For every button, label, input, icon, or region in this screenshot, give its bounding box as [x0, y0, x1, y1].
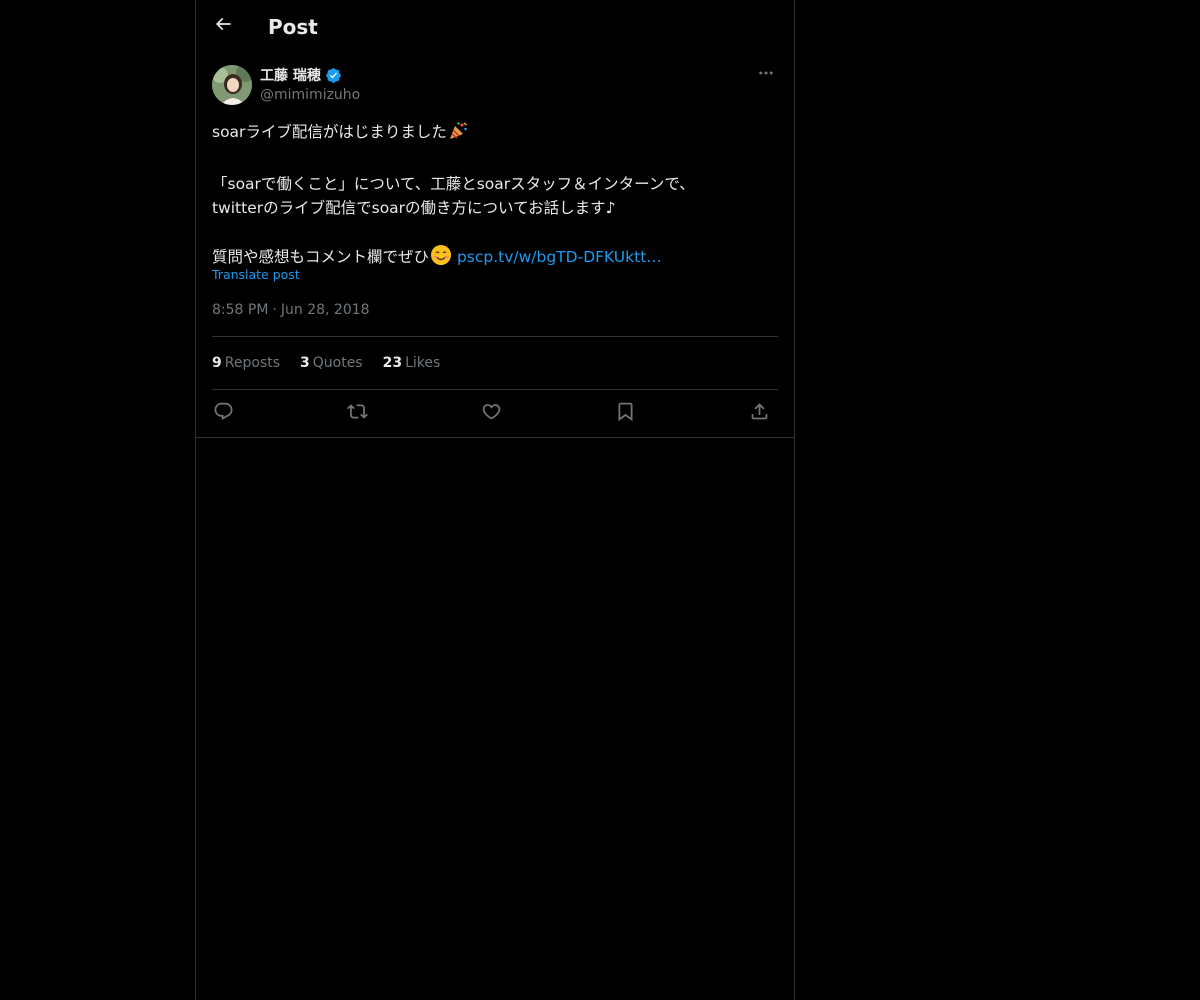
post-text-segment: soarライブ配信がはじまりました	[212, 123, 447, 141]
reply-button[interactable]	[210, 400, 236, 426]
post-date: Jun 28, 2018	[280, 302, 370, 318]
top-bar: Post	[196, 0, 794, 53]
share-button[interactable]	[746, 400, 772, 426]
likes-label: Likes	[405, 355, 441, 371]
like-icon	[481, 401, 502, 426]
avatar[interactable]	[212, 65, 252, 105]
engagement-stats: 9 Reposts 3 Quotes 23 Likes	[212, 353, 460, 373]
like-button[interactable]	[478, 400, 504, 426]
post-text-segment: 質問や感想もコメント欄でぜひ	[212, 248, 430, 266]
back-button[interactable]	[208, 11, 238, 41]
quotes-count: 3	[300, 355, 310, 371]
post-text: soarライブ配信がはじまりました 「soarで働くこと」について、工藤とsoa…	[212, 120, 778, 273]
timestamp[interactable]: 8:58 PM · Jun 28, 2018	[212, 300, 370, 320]
author-info[interactable]: 工藤 瑞穂 @mimimizuho	[260, 65, 360, 105]
party-popper-icon	[448, 121, 468, 148]
handle[interactable]: @mimimizuho	[260, 85, 360, 105]
reposts-label: Reposts	[224, 355, 280, 371]
page-title: Post	[268, 15, 318, 39]
post-text-line: 「soarで働くこと」について、工藤とsoarスタッフ＆インターンで、	[212, 175, 695, 193]
smiling-face-icon	[430, 244, 452, 273]
repost-button[interactable]	[344, 400, 370, 426]
quotes-label: Quotes	[312, 355, 363, 371]
more-dots-icon	[757, 64, 775, 86]
likes-count: 23	[382, 355, 403, 371]
likes-stat[interactable]: 23 Likes	[383, 353, 441, 373]
separator: ·	[272, 302, 277, 318]
repost-icon	[346, 401, 368, 426]
post-text-line: twitterのライブ配信でsoarの働き方についてお話します♪	[212, 199, 616, 217]
display-name[interactable]: 工藤 瑞穂	[260, 65, 321, 85]
reposts-stat[interactable]: 9 Reposts	[212, 353, 280, 373]
divider	[196, 437, 794, 438]
reposts-count: 9	[212, 355, 222, 371]
share-icon	[749, 401, 770, 426]
arrow-left-icon	[213, 14, 233, 38]
translate-post-link[interactable]: Translate post	[212, 266, 300, 284]
divider	[212, 389, 778, 390]
quotes-stat[interactable]: 3 Quotes	[300, 353, 363, 373]
post-text-line: soarライブ配信がはじまりました	[212, 120, 778, 148]
bookmark-button[interactable]	[612, 400, 638, 426]
action-bar	[212, 400, 778, 426]
post-time: 8:58 PM	[212, 302, 269, 318]
reply-icon	[213, 401, 234, 426]
main-column: Post 工藤 瑞穂 @mimimizuho soarライブ配信がはじまりました…	[195, 0, 795, 1000]
bookmark-icon	[615, 401, 636, 426]
more-options-button[interactable]	[754, 65, 778, 85]
verified-badge-icon	[325, 67, 342, 84]
divider	[212, 336, 778, 337]
post-link[interactable]: pscp.tv/w/bgTD-DFKUktt…	[457, 248, 662, 266]
